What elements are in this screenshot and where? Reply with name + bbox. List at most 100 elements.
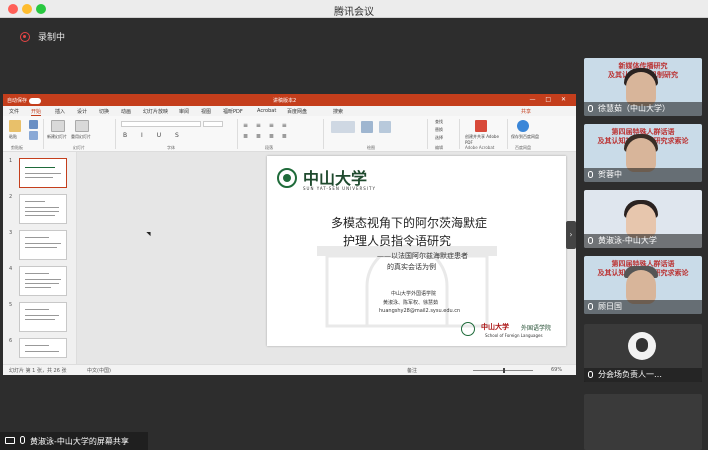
slide-title-line1: 多模态视角下的阿尔茨海默症: [331, 216, 488, 230]
participant-namebar: 黄淑泳-中山大学: [584, 234, 702, 248]
thumb-line: [25, 309, 49, 310]
ribbon-divider: [237, 119, 238, 149]
slide-thumbnail-5[interactable]: [19, 302, 67, 332]
screen-share-label: 黄淑泳-中山大学的屏幕共享: [30, 437, 129, 446]
create-pdf-icon[interactable]: [475, 120, 487, 132]
participant-name: 徐慧茹（中山大学）: [598, 104, 670, 113]
slide-thumbnail-3[interactable]: [19, 230, 67, 260]
cut-icon[interactable]: [29, 120, 38, 129]
participant-tile-1[interactable]: 新媒体传播研究 及其认知神经机制研究 徐慧茹（中山大学）: [584, 58, 702, 116]
font-format-buttons[interactable]: B I U S: [123, 132, 185, 139]
participant-tile-2[interactable]: 第四届特殊人群话语 及其认知神经机制研究求索论 贺蓉中: [584, 124, 702, 182]
participant-name: 黄淑泳-中山大学: [598, 236, 657, 245]
language-indicator[interactable]: 中文(中国): [87, 367, 111, 374]
participant-tile-3[interactable]: 黄淑泳-中山大学: [584, 190, 702, 248]
menu-home[interactable]: 开始: [31, 108, 42, 116]
slide-thumbnail-4[interactable]: [19, 266, 67, 296]
participant-namebar: 徐慧茹（中山大学）: [584, 102, 702, 116]
group-baidu: 百度网盘: [515, 145, 531, 150]
menu-animations[interactable]: 动画: [121, 108, 131, 115]
menu-file[interactable]: 文件: [9, 108, 19, 115]
menu-search[interactable]: 搜索: [333, 108, 343, 115]
slide-thumbnails-pane: 1 2 3 4 5 6: [3, 152, 77, 364]
share-button[interactable]: 共享: [521, 108, 531, 115]
autosave-label[interactable]: 自动保存: [7, 97, 42, 104]
baidu-cloud-icon[interactable]: [517, 120, 529, 132]
recording-label: 录制中: [38, 33, 66, 43]
slide-subtitle-line1: ——以法国阿尔兹海默症患者: [377, 252, 468, 260]
thumb-line: [25, 177, 53, 178]
slide-thumbnail-1[interactable]: [19, 158, 67, 188]
ppt-ribbon: 粘贴 剪贴板 新建幻灯片 重用幻灯片 幻灯片 B I U S 字体 ≡ ≡ ≡ …: [3, 116, 576, 152]
meeting-window: 腾讯会议 录制中 自动保存 讲稿版本2 — □ ✕ 文件 开始 插入 设计 切换…: [0, 0, 708, 450]
slide-thumbnail-2[interactable]: [19, 194, 67, 224]
group-slides: 幻灯片: [73, 145, 85, 150]
mic-icon: [588, 371, 593, 378]
replace-button[interactable]: 替换: [435, 127, 443, 133]
paste-label: 粘贴: [9, 134, 17, 139]
participant-namebar: 顾日国: [584, 300, 702, 314]
paste-icon[interactable]: [9, 120, 21, 132]
shapes-icon[interactable]: [331, 121, 355, 133]
slide-email: huangshy28@mail2.sysu.edu.cn: [379, 308, 461, 314]
font-size-field[interactable]: [203, 121, 223, 127]
thumb-line: [25, 173, 61, 174]
align-buttons[interactable]: ≣ ≣ ≣ ≣: [243, 133, 290, 140]
current-slide[interactable]: 中山大学 SUN YAT-SEN UNIVERSITY 多模态视角下的阿尔茨海默…: [267, 156, 566, 346]
thumb-line: [25, 243, 61, 244]
new-slide-label: 新建幻灯片: [47, 134, 67, 139]
recording-indicator[interactable]: 录制中: [20, 30, 65, 43]
participant-video: [626, 72, 656, 106]
reuse-slide-icon[interactable]: [75, 120, 89, 132]
font-name-field[interactable]: [121, 121, 201, 127]
menu-transitions[interactable]: 切换: [99, 108, 109, 115]
paragraph-buttons[interactable]: ≡ ≡ ≡ ≡: [243, 122, 290, 129]
ppt-doc-title: 讲稿版本2: [273, 98, 297, 104]
menu-review[interactable]: 审阅: [179, 108, 189, 115]
title-bar: 腾讯会议: [0, 0, 708, 18]
ppt-titlebar: 自动保存 讲稿版本2 — □ ✕: [3, 94, 576, 106]
group-acrobat: Adobe Acrobat: [465, 145, 495, 150]
window-title: 腾讯会议: [334, 7, 374, 18]
collapse-panel-chevron-icon[interactable]: ›: [566, 221, 576, 249]
university-name-en: SUN YAT-SEN UNIVERSITY: [303, 186, 376, 191]
thumb-line: [25, 247, 57, 248]
thumb-number: 5: [9, 302, 13, 308]
thumb-line: [25, 283, 59, 284]
thumb-number: 4: [9, 266, 13, 272]
menu-insert[interactable]: 插入: [55, 108, 65, 115]
thumb-number: 2: [9, 194, 13, 200]
slide-editing-canvas[interactable]: 中山大学 SUN YAT-SEN UNIVERSITY 多模态视角下的阿尔茨海默…: [77, 152, 576, 364]
notes-button[interactable]: 备注: [407, 367, 417, 374]
participant-tile-6[interactable]: [584, 394, 702, 450]
menu-view[interactable]: 视图: [201, 108, 211, 115]
menu-baidu[interactable]: 百度网盘: [287, 108, 307, 115]
menu-acrobat[interactable]: Acrobat: [257, 108, 276, 114]
record-icon: [20, 31, 30, 42]
footer-dept-cn: 外国语学院: [521, 325, 552, 332]
new-slide-icon[interactable]: [51, 120, 65, 132]
group-drawing: 绘图: [367, 145, 375, 150]
ribbon-divider: [115, 119, 116, 149]
find-button[interactable]: 查找: [435, 119, 443, 125]
autosave-toggle[interactable]: [29, 97, 42, 104]
menu-design[interactable]: 设计: [77, 108, 87, 115]
arrange-icon[interactable]: [361, 121, 373, 133]
menu-slideshow[interactable]: 幻灯片放映: [143, 108, 168, 115]
zoom-slider-handle[interactable]: [503, 368, 505, 373]
participant-video: [626, 270, 656, 304]
participant-tile-5[interactable]: 分会场负责人一…: [584, 324, 702, 382]
select-button[interactable]: 选择: [435, 135, 443, 141]
screen-share-indicator[interactable]: 黄淑泳-中山大学的屏幕共享: [0, 432, 148, 450]
quick-styles-icon[interactable]: [379, 121, 391, 133]
participant-tile-4[interactable]: 第四届特殊人群话语 及其认知神经机制研究求索论 顾日国: [584, 256, 702, 314]
thumb-line: [25, 319, 55, 320]
group-paragraph: 段落: [265, 145, 273, 150]
slide-thumbnail-6[interactable]: [19, 338, 67, 358]
zoom-level[interactable]: 69%: [551, 367, 562, 373]
group-clipboard: 剪贴板: [11, 145, 23, 150]
ppt-window-controls[interactable]: — □ ✕: [529, 96, 570, 103]
menu-foxit-pdf[interactable]: 福昕PDF: [223, 108, 243, 115]
copy-icon[interactable]: [29, 131, 38, 140]
university-seal-logo: [277, 168, 297, 188]
